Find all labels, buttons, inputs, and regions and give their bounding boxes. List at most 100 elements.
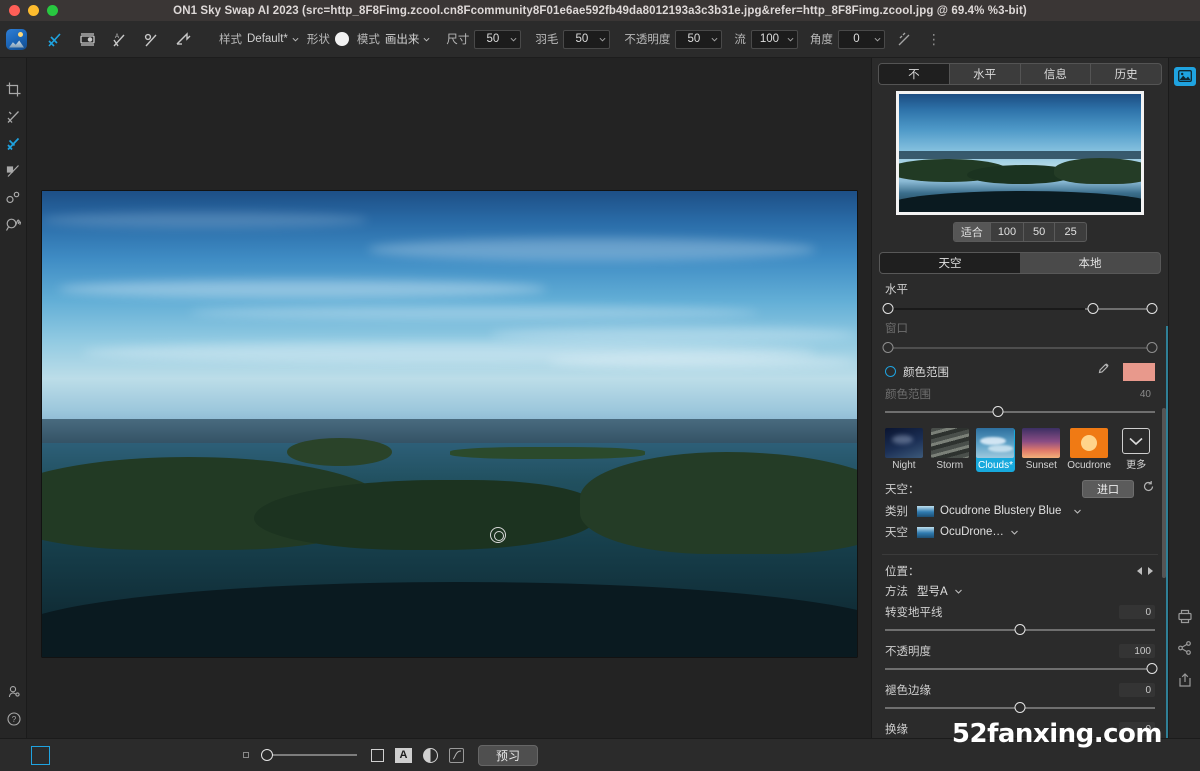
chevron-down-icon[interactable]: [954, 587, 963, 596]
preset-storm[interactable]: Storm: [930, 428, 970, 472]
adjust-tool[interactable]: [71, 24, 103, 54]
zoom-100-button[interactable]: 100: [991, 223, 1024, 241]
reset-icon[interactable]: [1142, 480, 1155, 498]
preset-sunset[interactable]: Sunset: [1021, 428, 1061, 472]
retouch-brush-tool[interactable]: A: [103, 24, 135, 54]
text-a-icon[interactable]: A: [395, 748, 412, 763]
color-range-radio[interactable]: [885, 366, 896, 377]
curve-icon[interactable]: [449, 748, 464, 763]
preset-more[interactable]: 更多: [1116, 428, 1156, 472]
navigator-thumbnail: [899, 94, 1141, 212]
zoom-fit-button[interactable]: 适合: [954, 223, 991, 241]
help-icon[interactable]: ?: [0, 705, 27, 732]
masking-brush-tool[interactable]: [0, 157, 27, 184]
flow-input[interactable]: 100: [751, 30, 798, 49]
perfect-brush-tool[interactable]: [0, 130, 27, 157]
feather-label: 羽毛: [535, 31, 558, 47]
compare-circle-icon[interactable]: [423, 748, 438, 763]
method-row[interactable]: 方法 型号A: [872, 581, 1168, 599]
brush-tool[interactable]: [0, 103, 27, 130]
color-range-slider[interactable]: [885, 405, 1155, 418]
preset-ocudrone[interactable]: Ocudrone: [1067, 428, 1110, 472]
crop-tool[interactable]: [0, 76, 27, 103]
mode-tabs[interactable]: 天空 本地: [879, 252, 1161, 274]
mode-dropdown[interactable]: 画出来: [385, 31, 431, 47]
share-icon[interactable]: [1169, 632, 1200, 664]
angle-control[interactable]: 角度 0: [810, 30, 885, 49]
shift-edge-label: 换缘: [885, 721, 908, 737]
color-range-row[interactable]: 颜色范围: [872, 356, 1168, 381]
thumb-small-icon[interactable]: [243, 752, 249, 758]
panel-scrollbar[interactable]: [1162, 408, 1166, 578]
panel-tabs[interactable]: 不 水平 信息 历史: [878, 63, 1162, 85]
bottom-icon-group[interactable]: A: [371, 748, 464, 763]
chevron-down-icon[interactable]: [1010, 528, 1019, 537]
tab-info[interactable]: 信息: [1021, 64, 1092, 84]
flow-control[interactable]: 流 100: [734, 30, 798, 49]
brush-shape-icon[interactable]: [335, 32, 349, 46]
browse-photos-icon[interactable]: [1169, 60, 1200, 92]
opacity-input[interactable]: 50: [675, 30, 722, 49]
canvas-area[interactable]: [27, 58, 871, 738]
sky-swap-tool[interactable]: [167, 24, 199, 54]
navigator-preview[interactable]: [896, 91, 1144, 215]
chevron-down-icon[interactable]: [1073, 507, 1082, 516]
fade-edge-slider[interactable]: [885, 701, 1155, 714]
feather-control[interactable]: 羽毛 50: [535, 30, 610, 49]
shift-horizon-section: 转变地平线 0: [872, 599, 1168, 638]
mode-control[interactable]: 模式 画出来: [357, 31, 431, 47]
tab-horizontal[interactable]: 水平: [950, 64, 1021, 84]
arrow-right-icon[interactable]: [1146, 566, 1155, 576]
preset-night[interactable]: Night: [884, 428, 924, 472]
size-input[interactable]: 50: [474, 30, 521, 49]
sky-category-row[interactable]: 类别 Ocudrone Blustery Blue: [872, 500, 1168, 519]
size-control[interactable]: 尺寸 50: [446, 30, 521, 49]
feather-input[interactable]: 50: [563, 30, 610, 49]
position-nav-arrows[interactable]: [1135, 566, 1155, 576]
tab-history[interactable]: 历史: [1091, 64, 1161, 84]
shift-horizon-slider[interactable]: [885, 623, 1155, 636]
window-slider[interactable]: [885, 341, 1155, 354]
right-panel: 不 水平 信息 历史 适合 100 50 25 天空: [871, 58, 1168, 738]
horizontal-label: 水平: [885, 281, 1155, 297]
perfect-brush-tool[interactable]: [39, 24, 71, 54]
import-button[interactable]: 进口: [1082, 480, 1134, 498]
angle-input[interactable]: 0: [838, 30, 885, 49]
preview-button[interactable]: 预习: [478, 745, 538, 766]
zoom-level-group[interactable]: 适合 100 50 25: [953, 222, 1087, 242]
arrow-left-icon[interactable]: [1135, 566, 1144, 576]
sky-select-row[interactable]: 天空 OcuDrone…: [872, 519, 1168, 540]
sky-opacity-slider[interactable]: [885, 662, 1155, 675]
toolbar-overflow-menu[interactable]: ⋮: [921, 31, 947, 48]
tab-local[interactable]: 本地: [1020, 253, 1160, 273]
style-dropdown[interactable]: Default*: [247, 33, 299, 45]
account-icon[interactable]: [0, 678, 27, 705]
thumbnail-size-slider[interactable]: [257, 749, 357, 761]
main-photo[interactable]: [42, 191, 857, 657]
zoom-hand-tool[interactable]: [0, 211, 27, 238]
blemish-tool[interactable]: [135, 24, 167, 54]
zoom-25-button[interactable]: 25: [1055, 223, 1086, 241]
photo-foreground: [42, 582, 857, 657]
tab-none[interactable]: 不: [879, 64, 950, 84]
color-range-slider-section: 颜色范围 40: [872, 381, 1168, 420]
flow-label: 流: [734, 31, 746, 47]
print-icon[interactable]: [1169, 600, 1200, 632]
brush-settings-icon[interactable]: [889, 24, 921, 54]
eyedropper-icon[interactable]: [1096, 362, 1110, 381]
shift-horizon-value: 0: [1119, 605, 1155, 619]
shape-control[interactable]: 形状: [307, 31, 349, 47]
mask-view-toggle[interactable]: [31, 746, 50, 765]
mask-square-icon[interactable]: [371, 749, 384, 762]
tab-sky[interactable]: 天空: [880, 253, 1020, 273]
export-icon[interactable]: [1169, 664, 1200, 696]
blemish-remover-tool[interactable]: [0, 184, 27, 211]
opacity-control[interactable]: 不透明度 50: [624, 30, 722, 49]
color-range-swatch[interactable]: [1123, 363, 1155, 381]
preset-clouds[interactable]: Clouds*: [976, 428, 1016, 472]
style-control[interactable]: 样式 Default*: [219, 31, 299, 47]
zoom-50-button[interactable]: 50: [1024, 223, 1055, 241]
horizontal-slider[interactable]: [885, 302, 1155, 315]
sky-preset-list[interactable]: Night Storm Clouds* Sunset: [872, 420, 1168, 476]
chevron-down-icon: [423, 36, 430, 43]
